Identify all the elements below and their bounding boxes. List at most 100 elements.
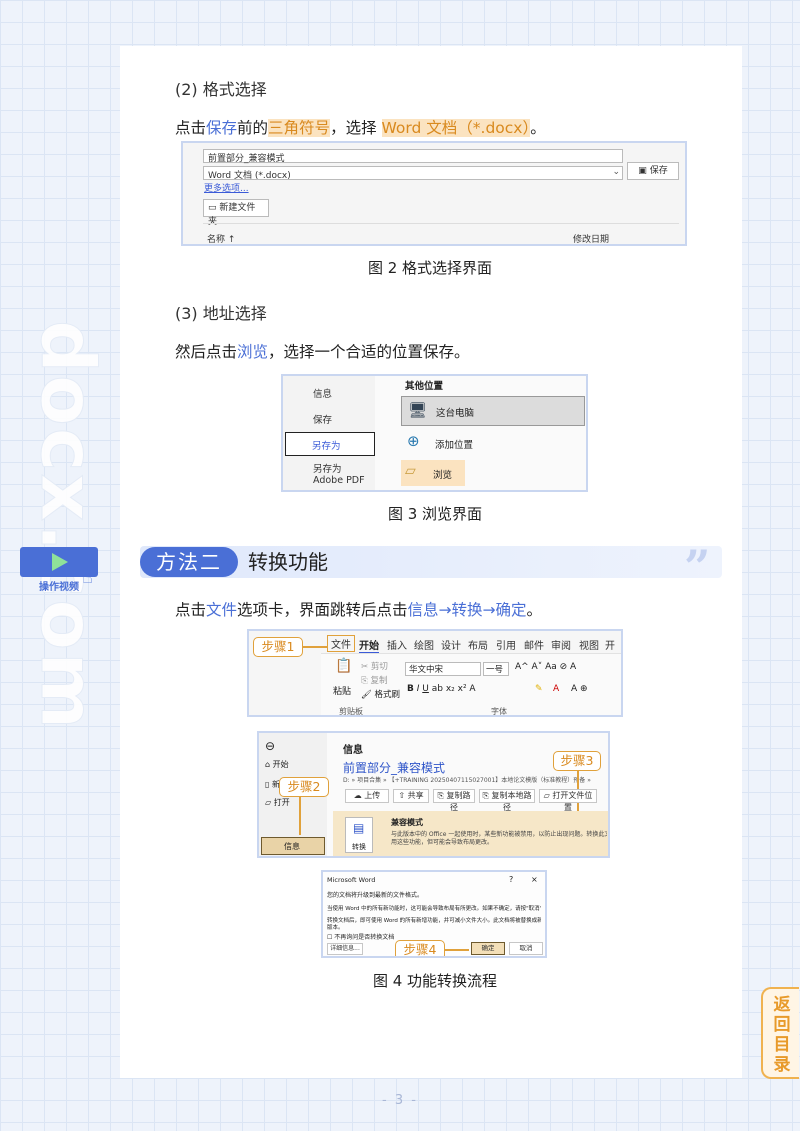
quote-decoration-icon: ”	[684, 540, 711, 594]
figure-ribbon: 文件 开始 插入 绘图 设计 布局 引用 邮件 审阅 视图 开发 步骤1 📋 粘…	[247, 629, 623, 717]
save-icon: ▣	[638, 166, 647, 176]
back-arrow-icon[interactable]: ⊖	[265, 739, 275, 753]
paste-button[interactable]: 粘贴	[333, 684, 351, 697]
format-painter-button[interactable]: 🖌 格式刷	[361, 688, 400, 700]
info-title: 信息	[343, 745, 363, 756]
folder-open-icon: ▱	[405, 463, 416, 479]
tab-view[interactable]: 视图	[579, 637, 599, 652]
compat-panel: ▤ 转换 兼容模式 与此版本中的 Office 一起使用时，某些新功能被禁用，以…	[333, 811, 608, 856]
open-location-button[interactable]: ▱ 打开文件位置	[539, 789, 597, 812]
folder-icon: ▭	[208, 203, 217, 213]
tab-design[interactable]: 设计	[441, 637, 461, 652]
share-button[interactable]: ⇧ 共享	[393, 789, 429, 803]
nav-save-as-selected[interactable]: 另存为	[285, 432, 375, 456]
font-style-icons[interactable]: B I U ab x₂ x² A	[407, 684, 476, 694]
figure-convert-dialog: Microsoft Word ? × 您的文档将升级到最新的文件格式。 当使用 …	[321, 870, 547, 958]
font-color-icon[interactable]: A	[553, 684, 559, 694]
paragraph-convert: 点击文件选项卡，界面跳转后点击信息→转换→确定。	[175, 601, 543, 619]
tab-draw[interactable]: 绘图	[414, 637, 434, 652]
step-2-arrow	[299, 797, 301, 835]
back-to-toc-button[interactable]: 返回目录	[761, 987, 799, 1079]
figure-4-caption: 图 4 功能转换流程	[372, 972, 498, 990]
subsection-title-format: (2) 格式选择	[175, 80, 267, 99]
cut-button[interactable]: ✂ 剪切	[361, 660, 388, 672]
filename-field[interactable]: 前置部分_兼容模式	[203, 149, 623, 164]
copy-local-path-button[interactable]: ⎘ 复制本地路径	[479, 789, 535, 812]
nav-open[interactable]: ▱ 打开	[265, 797, 290, 808]
compat-desc-line-2: 用这些功能，但可能会导致布局更改。	[391, 839, 494, 846]
column-date-header[interactable]: 修改日期	[573, 232, 609, 244]
step-1-tag: 步骤1	[253, 637, 303, 657]
tab-review[interactable]: 审阅	[551, 637, 571, 652]
figure-info-backstage: ⊖ ⌂ 开始 ▯ 新建 ▱ 打开 信息 步骤2 信息 前置部分_兼容模式 D: …	[257, 731, 610, 858]
ok-button[interactable]: 确定	[471, 942, 505, 955]
tab-insert[interactable]: 插入	[387, 637, 407, 652]
globe-icon: ⊕	[407, 432, 420, 450]
font-grow-icon[interactable]: A^ A˅ Aa ⊘ A	[515, 662, 576, 672]
paste-icon[interactable]: 📋	[335, 658, 352, 674]
figure-2-caption: 图 2 格式选择界面	[367, 259, 493, 277]
step-2-tag: 步骤2	[279, 777, 329, 797]
background-watermark: docx.com	[24, 320, 111, 732]
filetype-select[interactable]: Word 文档 (*.docx) ⌄	[203, 166, 623, 181]
dialog-title: Microsoft Word	[327, 876, 376, 884]
upload-button[interactable]: ☁ 上传	[345, 789, 389, 803]
copy-path-button[interactable]: ⎘ 复制路径	[433, 789, 475, 812]
document-title: 前置部分_兼容模式	[343, 761, 446, 775]
divider	[203, 223, 679, 224]
font-group-label: 字体	[491, 707, 507, 716]
other-locations-panel: 其他位置 🖥 这台电脑 ⊕ 添加位置 ▱ 浏览	[375, 376, 586, 490]
figure-format-selection: 前置部分_兼容模式 Word 文档 (*.docx) ⌄ 更多选项... ▣ 保…	[181, 141, 687, 246]
column-name-header[interactable]: 名称 ↑	[207, 232, 235, 244]
dialog-line-4: 版本。	[327, 925, 344, 931]
step-3-tag: 步骤3	[553, 751, 601, 771]
tab-layout[interactable]: 布局	[468, 637, 488, 652]
video-button[interactable]: 操作视频 ☝	[20, 547, 100, 593]
char-shading-icon[interactable]: A ⊕	[571, 684, 588, 694]
section-pill: 方法二	[140, 547, 238, 577]
font-name-select[interactable]: 华文中宋	[405, 662, 481, 676]
figure-3-caption: 图 3 浏览界面	[387, 505, 483, 523]
nav-save[interactable]: 保存	[313, 412, 332, 426]
nav-info-selected[interactable]: 信息	[261, 837, 325, 855]
figure-browse: 信息 保存 另存为 另存为 Adobe PDF 其他位置 🖥 这台电脑 ⊕ 添加…	[281, 374, 588, 492]
copy-button[interactable]: ⎘ 复制	[361, 674, 388, 686]
step-4-arrow	[445, 949, 469, 951]
tab-file[interactable]: 文件	[327, 635, 355, 652]
option-add-location[interactable]: ⊕ 添加位置	[401, 430, 585, 456]
option-this-pc[interactable]: 🖥 这台电脑	[401, 396, 585, 426]
close-icon[interactable]: ×	[531, 875, 538, 884]
save-button[interactable]: ▣ 保存	[627, 162, 679, 180]
dialog-line-3: 转换文档后，即可使用 Word 的所有新增功能，并可减小文件大小。此文档将被替换…	[327, 918, 541, 924]
details-button[interactable]: 详细信息...	[327, 943, 363, 955]
new-folder-button[interactable]: ▭ 新建文件夹	[203, 199, 269, 227]
step-4-tag: 步骤4	[395, 940, 445, 956]
step-1-arrow	[303, 646, 327, 648]
more-options-link[interactable]: 更多选项...	[204, 181, 249, 194]
highlight-icon[interactable]: ✎	[535, 684, 543, 694]
cancel-button[interactable]: 取消	[509, 942, 543, 955]
paragraph-format: 点击保存前的三角符号，选择 Word 文档（*.docx）。	[175, 119, 546, 137]
computer-icon: 🖥	[408, 401, 428, 419]
document-path: D: » 项目合集 » 【+TRAINING 20250407115027001…	[343, 777, 593, 784]
help-icon[interactable]: ?	[509, 875, 513, 884]
dont-ask-checkbox[interactable]: ☐ 不再询问是否转换文档	[327, 932, 394, 941]
tab-references[interactable]: 引用	[496, 637, 516, 652]
option-browse[interactable]: ▱ 浏览	[401, 460, 465, 486]
nav-info[interactable]: 信息	[313, 386, 332, 400]
tab-mailings[interactable]: 邮件	[524, 637, 544, 652]
convert-icon: ▤	[353, 821, 365, 835]
dialog-line-1: 您的文档将升级到最新的文件格式。	[327, 892, 424, 899]
page-number: - 3 -	[382, 1093, 418, 1108]
tab-home[interactable]: 开始	[359, 637, 379, 654]
backstage-nav: 信息 保存 另存为 另存为 Adobe PDF	[283, 376, 375, 490]
font-size-select[interactable]: 一号	[483, 662, 509, 676]
dialog-line-2: 当使用 Word 中的所有新功能时，这可能会导致布局有所更改。如果不确定，请按"…	[327, 906, 541, 912]
paragraph-location: 然后点击浏览，选择一个合适的位置保存。	[175, 343, 470, 361]
convert-button[interactable]: ▤ 转换	[345, 817, 373, 853]
subsection-title-location: (3) 地址选择	[175, 304, 267, 323]
section-title: 转换功能	[248, 550, 328, 574]
nav-save-as-pdf[interactable]: 另存为 Adobe PDF	[313, 464, 373, 486]
chevron-down-icon[interactable]: ⌄	[612, 167, 620, 177]
nav-home[interactable]: ⌂ 开始	[265, 759, 289, 770]
